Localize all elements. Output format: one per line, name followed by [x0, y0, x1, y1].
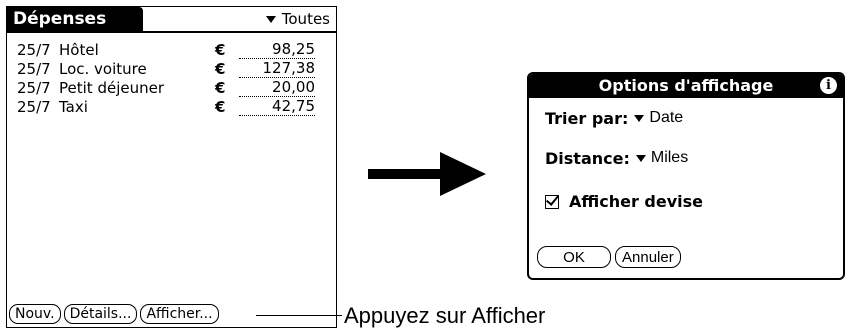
- dialog-title: Options d'affichage: [598, 76, 774, 95]
- expense-row-2[interactable]: 25/7 Loc. voiture € 127,38: [17, 60, 327, 79]
- dropdown-triangle-icon: [635, 154, 646, 162]
- expense-amount[interactable]: 98,25: [239, 41, 315, 59]
- expense-date: 25/7: [17, 98, 51, 116]
- expense-date: 25/7: [17, 41, 51, 59]
- dropdown-triangle-icon: [265, 15, 276, 23]
- ok-button[interactable]: OK: [537, 246, 611, 268]
- expense-description: Petit déjeuner: [59, 79, 164, 97]
- cancel-button[interactable]: Annuler: [615, 246, 681, 268]
- new-button[interactable]: Nouv.: [9, 304, 61, 324]
- distance-value: Miles: [650, 149, 689, 166]
- distance-picker[interactable]: Miles: [635, 149, 689, 167]
- currency-symbol: €: [215, 79, 226, 97]
- distance-label: Distance:: [545, 148, 630, 168]
- checkbox-checked-icon: [545, 194, 559, 209]
- expense-list-screen: Dépenses Toutes 25/7 Hôtel € 98,25 25/7 …: [6, 6, 337, 328]
- display-options-dialog: Options d'affichage i Trier par: Date Di…: [527, 72, 845, 280]
- currency-symbol: €: [215, 98, 226, 116]
- expense-description: Hôtel: [59, 41, 99, 59]
- callout-text: Appuyez sur Afficher: [344, 303, 546, 328]
- expense-list: 25/7 Hôtel € 98,25 25/7 Loc. voiture € 1…: [17, 41, 327, 117]
- callout-line: [256, 315, 342, 316]
- expense-amount[interactable]: 42,75: [239, 98, 315, 116]
- sort-by-value: Date: [649, 109, 684, 126]
- dialog-title-bar: Options d'affichage i: [529, 74, 843, 98]
- distance-field: Distance: Miles: [545, 147, 688, 169]
- expense-row-1[interactable]: 25/7 Hôtel € 98,25: [17, 41, 327, 60]
- expense-amount[interactable]: 127,38: [239, 60, 315, 78]
- dialog-buttons: OK Annuler: [537, 246, 681, 268]
- category-picker[interactable]: Toutes: [265, 7, 330, 31]
- show-currency-label: Afficher devise: [569, 192, 704, 211]
- currency-symbol: €: [215, 41, 226, 59]
- expense-date: 25/7: [17, 79, 51, 97]
- button-bar: Nouv. Détails... Afficher...: [9, 304, 219, 324]
- category-label: Toutes: [281, 10, 330, 28]
- show-currency-checkbox[interactable]: Afficher devise: [545, 192, 703, 211]
- expense-amount[interactable]: 20,00: [239, 79, 315, 97]
- show-button[interactable]: Afficher...: [140, 304, 219, 324]
- currency-symbol: €: [215, 60, 226, 78]
- expense-date: 25/7: [17, 60, 51, 78]
- arrow-right-icon: [368, 152, 486, 196]
- title-bar: Dépenses Toutes: [7, 7, 336, 33]
- dropdown-triangle-icon: [634, 114, 645, 122]
- expense-description: Taxi: [59, 98, 88, 116]
- info-icon[interactable]: i: [820, 77, 837, 94]
- app-title: Dépenses: [7, 7, 143, 31]
- sort-by-label: Trier par:: [545, 108, 629, 128]
- details-button[interactable]: Détails...: [63, 304, 138, 324]
- sort-by-field: Trier par: Date: [545, 107, 683, 129]
- expense-row-3[interactable]: 25/7 Petit déjeuner € 20,00: [17, 79, 327, 98]
- sort-by-picker[interactable]: Date: [634, 109, 683, 127]
- expense-description: Loc. voiture: [59, 60, 147, 78]
- expense-row-4[interactable]: 25/7 Taxi € 42,75: [17, 98, 327, 117]
